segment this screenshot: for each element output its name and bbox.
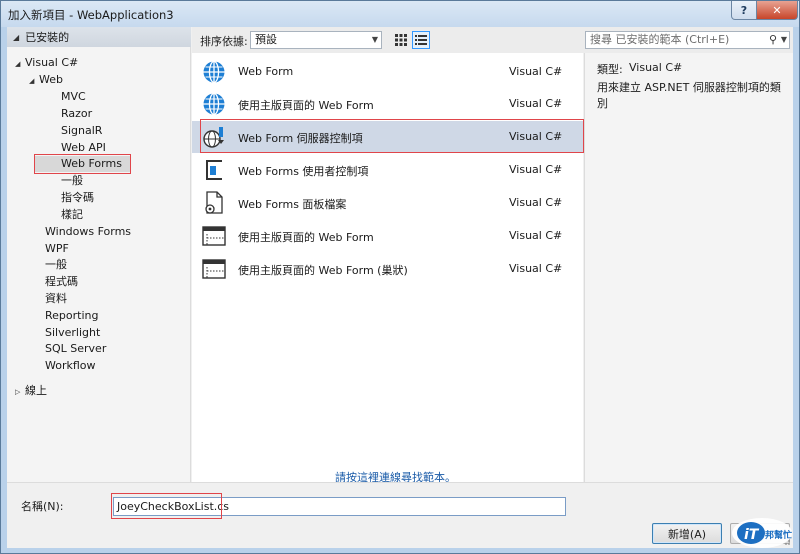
tree-item-wpf[interactable]: WPF	[45, 241, 69, 257]
type-value: Visual C#	[629, 61, 683, 74]
add-button[interactable]: 新增(A)	[652, 523, 722, 544]
globe-icon	[203, 60, 225, 84]
tree-item-general[interactable]: 一般	[61, 173, 83, 189]
highlight-box-server-control	[200, 119, 584, 153]
template-list: Web Form Visual C# 使用主版頁面的 Web Form Visu…	[192, 53, 584, 484]
window-title: 加入新項目 - WebApplication3	[8, 8, 174, 22]
template-name: Web Forms 使用者控制項	[238, 165, 369, 178]
name-label: 名稱(N):	[21, 500, 64, 513]
tree-item-signalr[interactable]: SignalR	[61, 123, 102, 139]
add-new-item-dialog: 加入新項目 - WebApplication3 ? ✕ ◢ 已安裝的 ◢ Visu…	[0, 0, 800, 554]
sort-dropdown[interactable]: 預設 ▼	[250, 31, 382, 49]
template-search-input[interactable]: 搜尋 已安裝的範本 (Ctrl+E) ⚲ ▼	[585, 31, 790, 49]
template-item-nested-master-web-form[interactable]: 使用主版頁面的 Web Form (巢狀) Visual C#	[192, 253, 583, 285]
tree-item-silverlight[interactable]: Silverlight	[45, 325, 100, 341]
template-details-pane: 類型: Visual C# 用來建立 ASP.NET 伺服器控制項的類別	[584, 53, 793, 482]
svg-text:iT: iT	[744, 527, 760, 543]
type-label: 類型:	[597, 63, 623, 76]
template-name: Web Form	[238, 65, 294, 78]
template-name: 使用主版頁面的 Web Form (巢狀)	[238, 264, 408, 277]
sort-label: 排序依據:	[200, 35, 248, 48]
template-item-web-form[interactable]: Web Form Visual C#	[192, 56, 583, 88]
template-item-web-form-master[interactable]: 使用主版頁面的 Web Form Visual C#	[192, 88, 583, 120]
resize-grip-icon[interactable]	[781, 536, 791, 546]
tree-item-markup[interactable]: 樣記	[61, 207, 83, 223]
expand-arrow-icon: ◢	[15, 60, 21, 68]
tree-item-general-2[interactable]: 一般	[45, 257, 67, 273]
user-control-icon	[206, 160, 222, 180]
dialog-body: ◢ 已安裝的 ◢ Visual C# ◢ Web MVC Razor SignalR…	[7, 27, 793, 548]
master-page-icon	[202, 259, 226, 279]
search-icon: ⚲	[768, 33, 777, 46]
template-language: Visual C#	[509, 262, 563, 275]
template-item-user-control[interactable]: Web Forms 使用者控制項 Visual C#	[192, 154, 583, 186]
tree-item-visual-csharp[interactable]: ◢ Visual C#	[15, 55, 78, 71]
collapse-arrow-icon: ◢	[13, 32, 20, 42]
template-name: 使用主版頁面的 Web Form	[238, 231, 374, 244]
template-language: Visual C#	[509, 97, 563, 110]
expand-arrow-icon: ◢	[29, 77, 35, 85]
template-description: 用來建立 ASP.NET 伺服器控制項的類別	[597, 81, 781, 110]
dropdown-arrow-icon: ▼	[780, 35, 787, 44]
master-page-icon	[202, 226, 226, 246]
template-language: Visual C#	[509, 65, 563, 78]
tree-item-code[interactable]: 程式碼	[45, 274, 78, 290]
tree-item-razor[interactable]: Razor	[61, 106, 92, 122]
tree-item-web[interactable]: ◢ Web	[29, 72, 63, 88]
bottom-panel: 名稱(N): JoeyCheckBoxList.cs 新增(A) 取消 iT 邦…	[7, 482, 793, 548]
globe-icon	[203, 92, 225, 116]
template-language: Visual C#	[509, 229, 563, 242]
highlight-box-web-forms	[34, 154, 131, 174]
tree-item-reporting[interactable]: Reporting	[45, 308, 98, 324]
tree-item-sql-server[interactable]: SQL Server	[45, 341, 106, 357]
sort-toolbar: 排序依據: 預設 ▼ 搜尋 已安裝的範本 (Ctrl+E) ⚲ ▼	[192, 27, 793, 53]
tree-item-mvc[interactable]: MVC	[61, 89, 86, 105]
title-bar[interactable]: 加入新項目 - WebApplication3 ? ✕	[1, 1, 799, 27]
list-icon	[415, 35, 427, 45]
template-tree: ◢ 已安裝的 ◢ Visual C# ◢ Web MVC Razor SignalR…	[7, 27, 191, 482]
tree-item-data[interactable]: 資料	[45, 291, 67, 307]
small-icons-view-button[interactable]	[392, 31, 410, 49]
tree-item-online[interactable]: ▷ 線上	[15, 383, 47, 399]
template-item-skin-file[interactable]: Web Forms 面板檔案 Visual C#	[192, 187, 583, 219]
dropdown-arrow-icon: ▼	[371, 35, 378, 44]
skin-file-icon	[205, 191, 223, 214]
help-button[interactable]: ?	[731, 1, 757, 20]
grid-icon	[395, 34, 407, 46]
template-language: Visual C#	[509, 196, 563, 209]
installed-header-label: 已安裝的	[25, 31, 70, 44]
template-item-master-web-form[interactable]: 使用主版頁面的 Web Form Visual C#	[192, 220, 583, 252]
template-language: Visual C#	[509, 163, 563, 176]
list-view-button[interactable]	[412, 31, 430, 49]
tree-item-script[interactable]: 指令碼	[61, 190, 94, 206]
close-button[interactable]: ✕	[756, 1, 798, 20]
tree-item-windows-forms[interactable]: Windows Forms	[45, 224, 131, 240]
highlight-box-name	[111, 493, 222, 519]
template-name: 使用主版頁面的 Web Form	[238, 99, 374, 112]
tree-item-workflow[interactable]: Workflow	[45, 358, 96, 374]
expand-arrow-icon: ▷	[15, 388, 21, 396]
installed-header[interactable]: ◢ 已安裝的	[7, 27, 191, 47]
template-name: Web Forms 面板檔案	[238, 198, 347, 211]
